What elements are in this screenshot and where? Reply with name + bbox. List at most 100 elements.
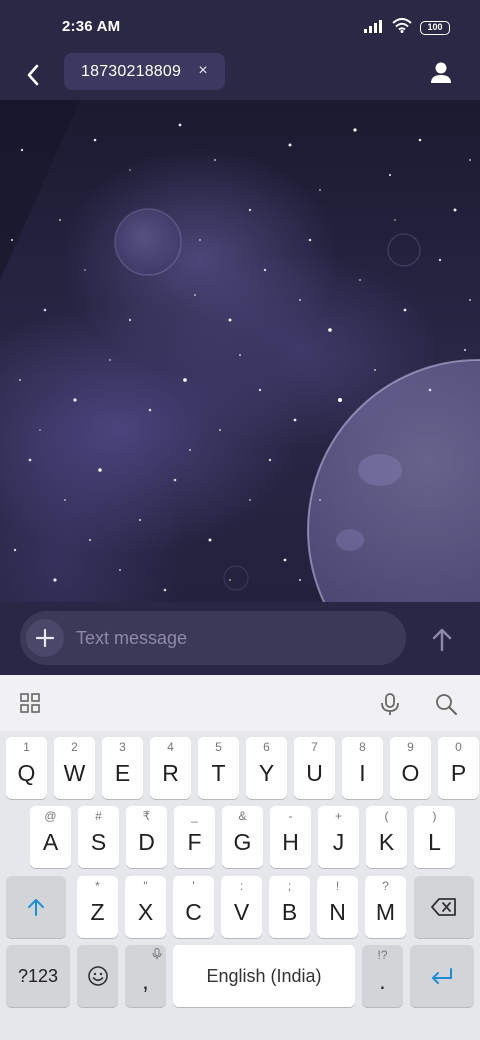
key-h[interactable]: -H [270, 806, 311, 868]
key-y[interactable]: 6Y [246, 737, 287, 799]
shift-icon [28, 899, 44, 916]
conversation-header: 18730218809 × [0, 52, 480, 100]
period-key-label: . [379, 968, 386, 994]
search-icon [436, 694, 457, 715]
period-key[interactable]: !? . [362, 945, 403, 1007]
battery-icon: 100 [420, 21, 450, 35]
apps-grid-button[interactable] [18, 691, 44, 717]
key-label: Q [17, 760, 36, 786]
key-label: O [401, 760, 420, 786]
emoji-icon [87, 966, 108, 986]
recipient-number: 18730218809 [81, 62, 182, 80]
key-v[interactable]: :V [221, 876, 262, 938]
key-label: I [359, 760, 366, 786]
key-l[interactable]: ) L [414, 806, 455, 868]
key-label: Y [258, 760, 275, 786]
key-j[interactable]: + J [318, 806, 359, 868]
key-hint: 6 [263, 740, 270, 754]
enter-icon [432, 968, 452, 984]
key-c[interactable]: ' C [173, 876, 214, 938]
key-hint: 7 [311, 740, 318, 754]
status-bar: 2:36 AM 100 [0, 0, 480, 52]
signal-icon [364, 19, 384, 38]
key-label: A [42, 829, 59, 855]
space-illustration [0, 100, 480, 602]
key-label: F [187, 829, 202, 855]
space-key-label: English (India) [206, 965, 322, 986]
key-i[interactable]: 8I [342, 737, 383, 799]
comma-key[interactable]: , [125, 945, 166, 1007]
key-hint: 8 [359, 740, 366, 754]
comma-key-label: , [142, 968, 149, 994]
key-label: D [138, 829, 155, 855]
key-d[interactable]: ₹ D [126, 806, 167, 868]
key-hint: * [95, 879, 100, 893]
compose-field [20, 611, 406, 665]
key-label: T [211, 760, 226, 786]
key-x[interactable]: " X [125, 876, 166, 938]
key-m[interactable]: ? M [365, 876, 406, 938]
key-r[interactable]: 4R [150, 737, 191, 799]
key-hint: @ [44, 809, 57, 823]
contact-icon [431, 62, 451, 83]
key-k[interactable]: (K [366, 806, 407, 868]
key-label: U [306, 760, 323, 786]
key-b[interactable]: ; B [269, 876, 310, 938]
message-input[interactable] [76, 619, 396, 657]
keyboard-toolbar [0, 675, 480, 731]
key-hint: 2 [71, 740, 78, 754]
enter-key[interactable] [410, 945, 474, 1007]
key-z[interactable]: * Z [77, 876, 118, 938]
key-g[interactable]: & G [222, 806, 263, 868]
back-arrow-icon [27, 64, 39, 86]
status-time: 2:36 AM [62, 18, 121, 35]
microphone-hint-icon [152, 948, 162, 960]
back-button[interactable] [18, 60, 48, 90]
key-hint: # [95, 809, 102, 823]
shift-key[interactable] [6, 876, 66, 938]
voice-input-button[interactable] [377, 691, 403, 717]
remove-recipient-button[interactable]: × [195, 62, 211, 80]
key-w[interactable]: 2W [54, 737, 95, 799]
key-s[interactable]: # S [78, 806, 119, 868]
key-hint: ! [335, 879, 340, 893]
send-arrow-icon [432, 628, 452, 652]
key-e[interactable]: 3E [102, 737, 143, 799]
backspace-key[interactable] [414, 876, 474, 938]
key-hint: 3 [119, 740, 126, 754]
emoji-key[interactable] [77, 945, 118, 1007]
key-u[interactable]: 7U [294, 737, 335, 799]
key-q[interactable]: 1Q [6, 737, 47, 799]
key-hint: ; [287, 879, 292, 893]
key-label: S [90, 829, 107, 855]
key-t[interactable]: 5T [198, 737, 239, 799]
key-hint: ' [192, 879, 195, 893]
key-o[interactable]: 9O [390, 737, 431, 799]
key-label: L [428, 829, 441, 855]
key-label: X [137, 899, 154, 925]
send-button[interactable] [428, 626, 456, 654]
key-p[interactable]: 0P [438, 737, 479, 799]
attach-button[interactable] [26, 619, 64, 657]
key-hint: 4 [167, 740, 174, 754]
key-label: J [332, 829, 345, 855]
key-hint: : [239, 879, 244, 893]
key-label: G [233, 829, 252, 855]
key-label: V [233, 899, 250, 925]
key-hint: - [288, 809, 293, 823]
key-hint: _ [191, 809, 198, 823]
key-f[interactable]: _ F [174, 806, 215, 868]
key-label: M [375, 899, 396, 925]
space-key[interactable]: English (India) [173, 945, 355, 1007]
recipient-chip[interactable]: 18730218809 × [64, 53, 225, 90]
key-label: H [282, 829, 299, 855]
keyboard-search-button[interactable] [433, 691, 459, 717]
key-hint: ? [382, 879, 389, 893]
plus-icon [35, 628, 55, 648]
key-hint: ₹ [142, 809, 151, 823]
symbols-key[interactable]: ?123 [6, 945, 70, 1007]
key-n[interactable]: ! N [317, 876, 358, 938]
key-label: P [450, 760, 467, 786]
contact-button[interactable] [426, 58, 456, 88]
key-a[interactable]: @ A [30, 806, 71, 868]
